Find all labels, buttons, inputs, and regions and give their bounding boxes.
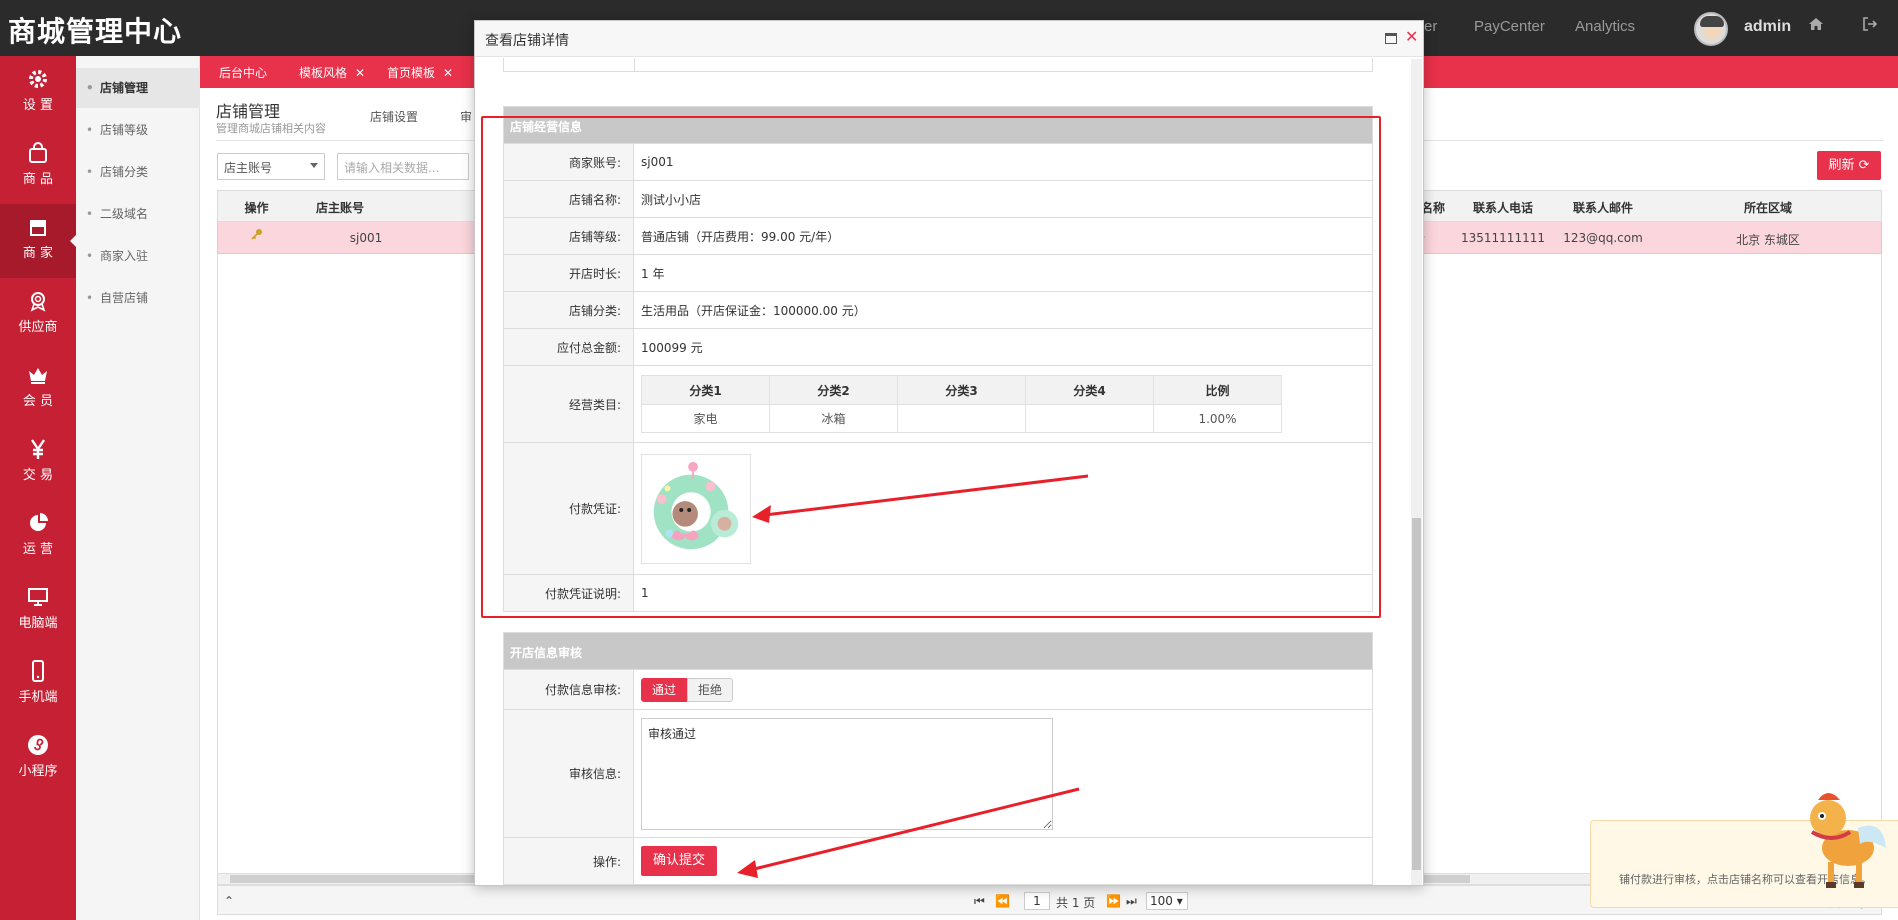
subnav-item-merchant-entry[interactable]: 商家入驻 <box>76 236 200 276</box>
sidebar-item-label: 电脑端 <box>18 616 58 631</box>
top-nav-partial[interactable]: er <box>1424 18 1437 35</box>
subnav-item-store-category[interactable]: 店铺分类 <box>76 152 200 192</box>
cell-phone: 13511111111 <box>1461 231 1545 245</box>
subnav-item-store-management[interactable]: 店铺管理 <box>76 68 200 108</box>
filter-select-value: 店主账号 <box>224 161 273 175</box>
refresh-button[interactable]: 刷新 ⟳ <box>1817 151 1881 180</box>
crown-icon <box>29 368 47 384</box>
grid-header-action[interactable]: 操作 <box>218 199 295 216</box>
subnav-item-subdomain[interactable]: 二级域名 <box>76 194 200 234</box>
close-icon[interactable]: ✕ <box>355 66 365 80</box>
sidebar-item-label: 小程序 <box>18 764 58 779</box>
prev-page-icon[interactable]: ⏪ <box>995 894 1010 908</box>
miniapp-icon <box>28 735 48 755</box>
grid-header-email[interactable]: 联系人邮件 <box>1553 199 1653 216</box>
annotation-arrowhead <box>752 505 771 523</box>
filter-select[interactable]: 店主账号 <box>217 153 325 180</box>
last-page-icon[interactable]: ⏭ <box>1126 894 1137 909</box>
first-page-icon[interactable]: ⏮ <box>974 894 985 909</box>
chevron-down-icon <box>310 163 318 168</box>
home-icon[interactable] <box>1808 16 1824 36</box>
sidebar-item-member[interactable]: 会 员 <box>0 352 76 426</box>
tab-label: 首页模板 <box>387 66 436 80</box>
close-icon[interactable]: ✕ <box>1405 27 1418 46</box>
sidebar-item-mobile[interactable]: 手机端 <box>0 648 76 722</box>
user-name[interactable]: admin <box>1744 18 1791 36</box>
sidebar-item-settings[interactable]: 设 置 <box>0 56 76 130</box>
app-brand: 商城管理中心 <box>8 15 183 48</box>
tab-admin-center[interactable]: 后台中心 <box>219 64 267 81</box>
sidebar-item-label: 设 置 <box>22 98 54 113</box>
annotation-arrowhead <box>737 860 758 878</box>
sidebar-item-operation[interactable]: 运 营 <box>0 500 76 574</box>
cell-region: 北京 东城区 <box>1736 233 1800 247</box>
refresh-icon: ⟳ <box>1858 158 1870 173</box>
subnav-item-self-store[interactable]: 自营店铺 <box>76 278 200 318</box>
page-tab-store-settings[interactable]: 店铺设置 <box>370 108 418 125</box>
sidebar-item-label: 会 员 <box>22 394 54 409</box>
monitor-icon <box>28 588 48 606</box>
page-title: 店铺管理 <box>216 102 281 121</box>
annotation-arrow <box>749 787 1080 872</box>
logout-icon[interactable] <box>1862 16 1878 36</box>
sidebar-item-merchant[interactable]: 商 家 <box>0 204 77 278</box>
pie-icon <box>30 513 48 531</box>
maximize-icon[interactable] <box>1385 33 1397 44</box>
gear-icon <box>29 70 47 88</box>
sidebar-item-supplier[interactable]: 供应商 <box>0 278 76 352</box>
cell-email: 123@qq.com <box>1563 231 1643 245</box>
total-pages-text: 共 1 页 <box>1056 896 1096 910</box>
top-nav-paycenter[interactable]: PayCenter <box>1474 18 1545 35</box>
store-detail-modal: 查看店铺详情 ✕ 店铺经营信息 商家账号: sj001 店铺名称: 测试小小店 … <box>474 20 1424 886</box>
page-number-input[interactable]: 1 <box>1024 892 1050 910</box>
next-page-icon[interactable]: ⏩ <box>1106 894 1121 908</box>
sidebar-item-pc[interactable]: 电脑端 <box>0 574 76 648</box>
grid-header-region[interactable]: 所在区域 <box>1653 199 1883 216</box>
sidebar-item-trade[interactable]: 交 易 <box>0 426 76 500</box>
sub-navigation: 店铺管理 店铺等级 店铺分类 二级域名 商家入驻 自营店铺 <box>76 56 200 920</box>
tab-template-style[interactable]: 模板风格 ✕ <box>299 64 365 81</box>
mascot-image[interactable] <box>1788 778 1888 908</box>
collapse-icon[interactable]: ⌃ <box>224 894 234 908</box>
sidebar-item-label: 商 品 <box>22 172 54 187</box>
tab-label: 后台中心 <box>219 66 268 80</box>
scrollbar-thumb[interactable] <box>1412 518 1421 870</box>
sidebar-item-miniapp[interactable]: 小程序 <box>0 722 76 796</box>
page-subtitle: 管理商城店铺相关内容 <box>216 122 326 135</box>
close-icon[interactable]: ✕ <box>443 66 453 80</box>
modal-body: 店铺经营信息 商家账号: sj001 店铺名称: 测试小小店 店铺等级: 普通店… <box>475 58 1423 886</box>
tab-home-template[interactable]: 首页模板 ✕ <box>387 64 453 81</box>
grid-header-phone[interactable]: 联系人电话 <box>1453 199 1553 216</box>
sidebar-item-label: 商 家 <box>22 246 54 261</box>
avatar[interactable] <box>1694 12 1728 46</box>
modal-header: 查看店铺详情 ✕ <box>475 21 1423 57</box>
sidebar-item-label: 手机端 <box>18 690 58 705</box>
top-nav-analytics[interactable]: Analytics <box>1575 18 1635 35</box>
page-tab-audit[interactable]: 审 <box>460 108 472 125</box>
grid-header-account[interactable]: 店主账号 <box>296 199 384 216</box>
key-icon[interactable] <box>218 228 295 243</box>
modal-title: 查看店铺详情 <box>485 33 569 49</box>
tab-label: 模板风格 <box>299 66 348 80</box>
bag-icon <box>29 142 47 163</box>
refresh-label: 刷新 <box>1828 158 1855 173</box>
annotation-arrows <box>737 474 1089 878</box>
sidebar-item-label: 交 易 <box>22 468 54 483</box>
sidebar-item-label: 供应商 <box>18 320 58 335</box>
modal-vertical-scrollbar[interactable] <box>1411 59 1422 885</box>
annotation-arrow <box>764 474 1089 517</box>
page-size-select[interactable]: 100 ▾ <box>1146 892 1188 910</box>
phone-icon <box>32 660 44 682</box>
cell-account: sj001 <box>349 231 383 245</box>
badge-icon <box>30 292 46 312</box>
search-input[interactable]: 请输入相关数据... <box>337 153 469 180</box>
page-size-value: 100 <box>1150 894 1173 908</box>
subnav-item-store-level[interactable]: 店铺等级 <box>76 110 200 150</box>
main-sidebar: 设 置 商 品 商 家 供应商 会 员 交 易 运 营 电脑端 手机端 小程序 <box>0 56 77 920</box>
yen-icon <box>31 439 45 459</box>
sidebar-item-goods[interactable]: 商 品 <box>0 130 76 204</box>
sidebar-item-label: 运 营 <box>22 542 54 557</box>
store-icon <box>30 220 46 236</box>
